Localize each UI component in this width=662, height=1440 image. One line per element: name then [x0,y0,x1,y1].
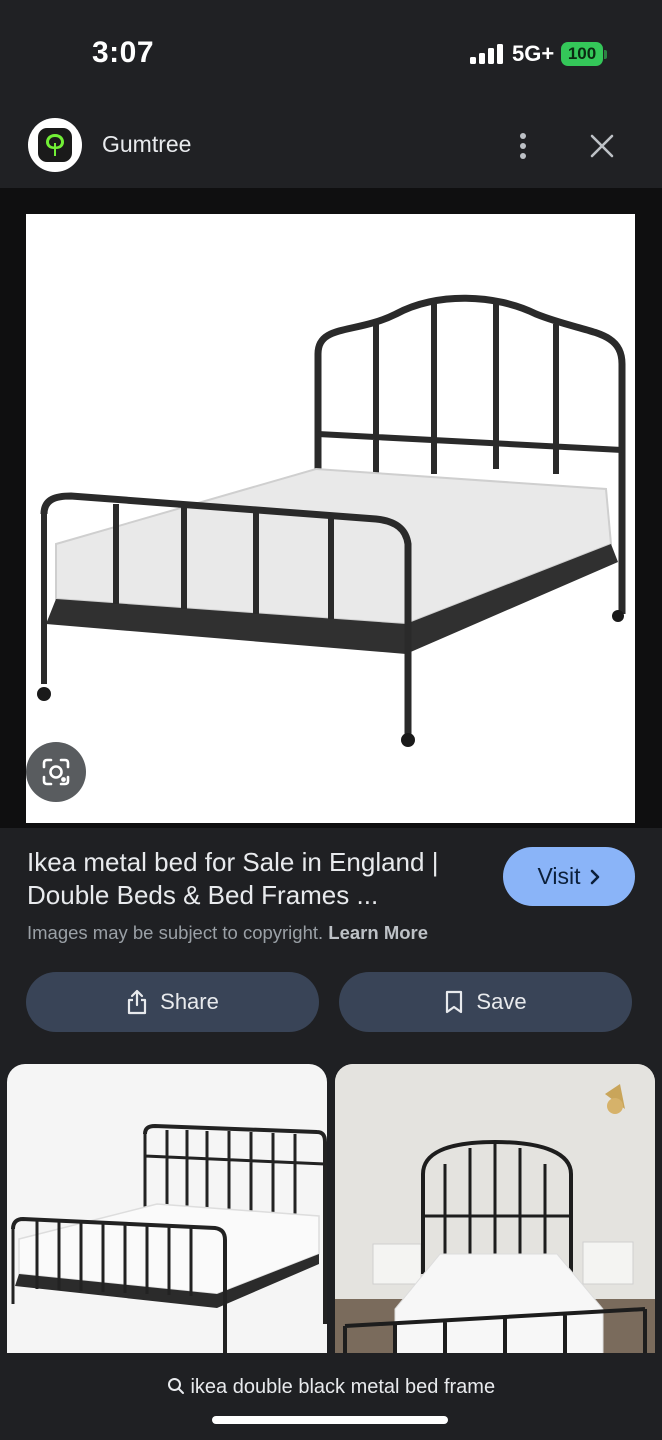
copyright-notice: Images may be subject to copyright. Lear… [27,922,428,944]
result-title[interactable]: Ikea metal bed for Sale in England | Dou… [27,846,477,912]
learn-more-link[interactable]: Learn More [328,922,428,943]
more-options-button[interactable] [505,124,541,168]
copyright-text: Images may be subject to copyright. [27,922,324,943]
share-button[interactable]: Share [26,972,319,1032]
gumtree-logo [28,118,82,172]
bed-frame-thumbnail [11,1123,327,1364]
lens-button[interactable] [26,742,86,802]
share-icon [128,989,147,1015]
bedroom-photo [335,1064,655,1374]
lens-icon [42,758,70,786]
save-button[interactable]: Save [339,972,632,1032]
status-time: 3:07 [92,36,155,69]
visit-button[interactable]: Visit [503,847,635,906]
related-image-1[interactable] [7,1064,327,1374]
tree-icon [46,134,64,156]
bed-frame-image [37,294,626,747]
search-icon [167,1378,184,1394]
network-type: 5G+ [512,41,555,66]
home-indicator[interactable] [212,1416,448,1424]
app-name: Gumtree [102,131,192,157]
bookmark-icon [446,990,463,1014]
search-query-chip[interactable]: ikea double black metal bed frame [0,1376,662,1399]
more-vert-icon [520,133,526,159]
search-query: ikea double black metal bed frame [190,1376,496,1398]
share-label: Share [160,989,219,1014]
save-label: Save [476,989,527,1014]
battery-nub [604,50,607,59]
main-image[interactable] [26,214,635,823]
status-bar: 3:07 5G+ 100 [0,0,662,108]
visit-label: Visit [537,863,581,889]
signal-icon [470,44,503,64]
close-button[interactable] [580,124,624,168]
related-image-2[interactable] [335,1064,655,1374]
app-bar: Gumtree [0,108,662,188]
battery-indicator: 100 [561,42,603,66]
close-icon [590,134,614,158]
chevron-right-icon [590,869,599,884]
